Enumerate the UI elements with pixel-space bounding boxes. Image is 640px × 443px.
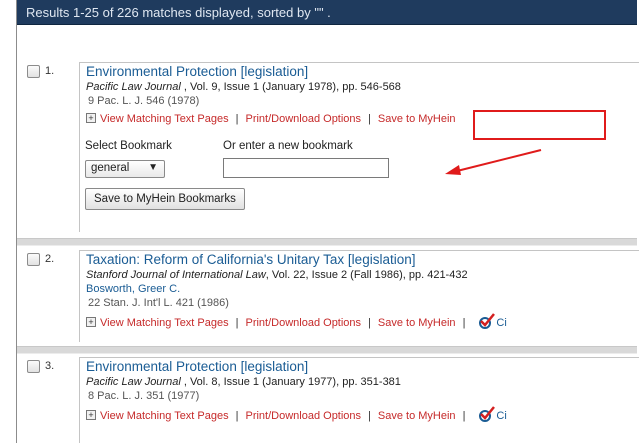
bookmark-select-value: general [91,162,130,174]
result-3-citation: 8 Pac. L. J. 351 (1977) [88,390,200,402]
result-3-journal: Pacific Law Journal , Vol. 8, Issue 1 (J… [86,375,639,389]
results-panel: Results 1-25 of 226 matches displayed, s… [16,0,639,443]
result-1-save-to-myhein-link[interactable]: Save to MyHein [378,113,456,125]
result-2-journal-name: Stanford Journal of International Law [86,269,266,281]
caret-down-icon: ▼ [148,162,158,173]
result-2-print-download-link[interactable]: Print/Download Options [245,317,361,329]
save-to-myhein-bookmarks-button[interactable]: Save to MyHein Bookmarks [85,188,245,210]
result-3-checkbox[interactable] [27,360,40,373]
result-2-view-matching-link[interactable]: View Matching Text Pages [100,317,229,329]
result-3-cite-link[interactable]: Ci [496,410,506,422]
result-2-actions: + View Matching Text Pages | Print/Download… [86,313,639,331]
separator: | [235,113,239,125]
separator: | [462,317,466,329]
plus-box-icon[interactable]: + [86,113,96,123]
result-3-view-matching-link[interactable]: View Matching Text Pages [100,410,229,422]
result-1-print-download-link[interactable]: Print/Download Options [245,113,361,125]
result-3-journal-details: , Vol. 8, Issue 1 (January 1977), pp. 35… [180,376,401,388]
result-2-checkbox[interactable] [27,253,40,266]
result-1-journal-name: Pacific Law Journal [86,81,181,93]
result-divider [17,346,637,354]
result-2-journal-details: , Vol. 22, Issue 2 (Fall 1986), pp. 421-… [265,269,468,281]
separator: | [368,113,371,125]
annotation-highlight-box [473,110,606,140]
checkmark-icon[interactable] [478,313,496,329]
select-bookmark-label: Select Bookmark [85,140,172,152]
result-2-title[interactable]: Taxation: Reform of California's Unitary… [86,252,639,268]
result-3-title[interactable]: Environmental Protection [legislation] [86,359,639,375]
bookmark-select[interactable]: general ▼ [85,160,165,178]
result-1-citation: 9 Pac. L. J. 546 (1978) [88,95,200,107]
separator: | [235,410,239,422]
result-1-view-matching-link[interactable]: View Matching Text Pages [100,113,229,125]
plus-box-icon[interactable]: + [86,317,96,327]
result-3-save-to-myhein-link[interactable]: Save to MyHein [378,410,456,422]
result-2-item: Taxation: Reform of California's Unitary… [79,250,639,342]
result-1-journal-details: , Vol. 9, Issue 1 (January 1978), pp. 54… [180,81,401,93]
result-2-save-to-myhein-link[interactable]: Save to MyHein [378,317,456,329]
result-3-print-download-link[interactable]: Print/Download Options [245,410,361,422]
separator: | [368,410,371,422]
result-3-item: Environmental Protection [legislation] P… [79,357,639,443]
result-3-actions: + View Matching Text Pages | Print/Download… [86,406,639,424]
separator: | [368,317,371,329]
result-2-cite-link[interactable]: Ci [496,317,506,329]
results-header: Results 1-25 of 226 matches displayed, s… [17,0,637,25]
plus-box-icon[interactable]: + [86,410,96,420]
result-1-journal: Pacific Law Journal , Vol. 9, Issue 1 (J… [86,80,639,94]
result-1-title[interactable]: Environmental Protection [legislation] [86,64,639,80]
arrow-icon [445,149,542,175]
result-2-number: 2. [45,253,55,265]
separator: | [235,317,239,329]
results-summary: Results 1-25 of 226 matches displayed, s… [26,5,331,20]
result-divider [17,238,637,246]
result-2-author[interactable]: Bosworth, Greer C. [86,282,639,296]
checkmark-icon[interactable] [478,406,496,422]
new-bookmark-input[interactable] [223,158,389,178]
result-2-citation: 22 Stan. J. Int'l L. 421 (1986) [88,297,229,309]
result-1-checkbox[interactable] [27,65,40,78]
result-3-number: 3. [45,360,55,372]
result-2-journal: Stanford Journal of International Law, V… [86,268,639,282]
new-bookmark-label: Or enter a new bookmark [223,140,353,152]
separator: | [462,410,466,422]
result-1-number: 1. [45,65,55,77]
result-3-journal-name: Pacific Law Journal [86,376,181,388]
